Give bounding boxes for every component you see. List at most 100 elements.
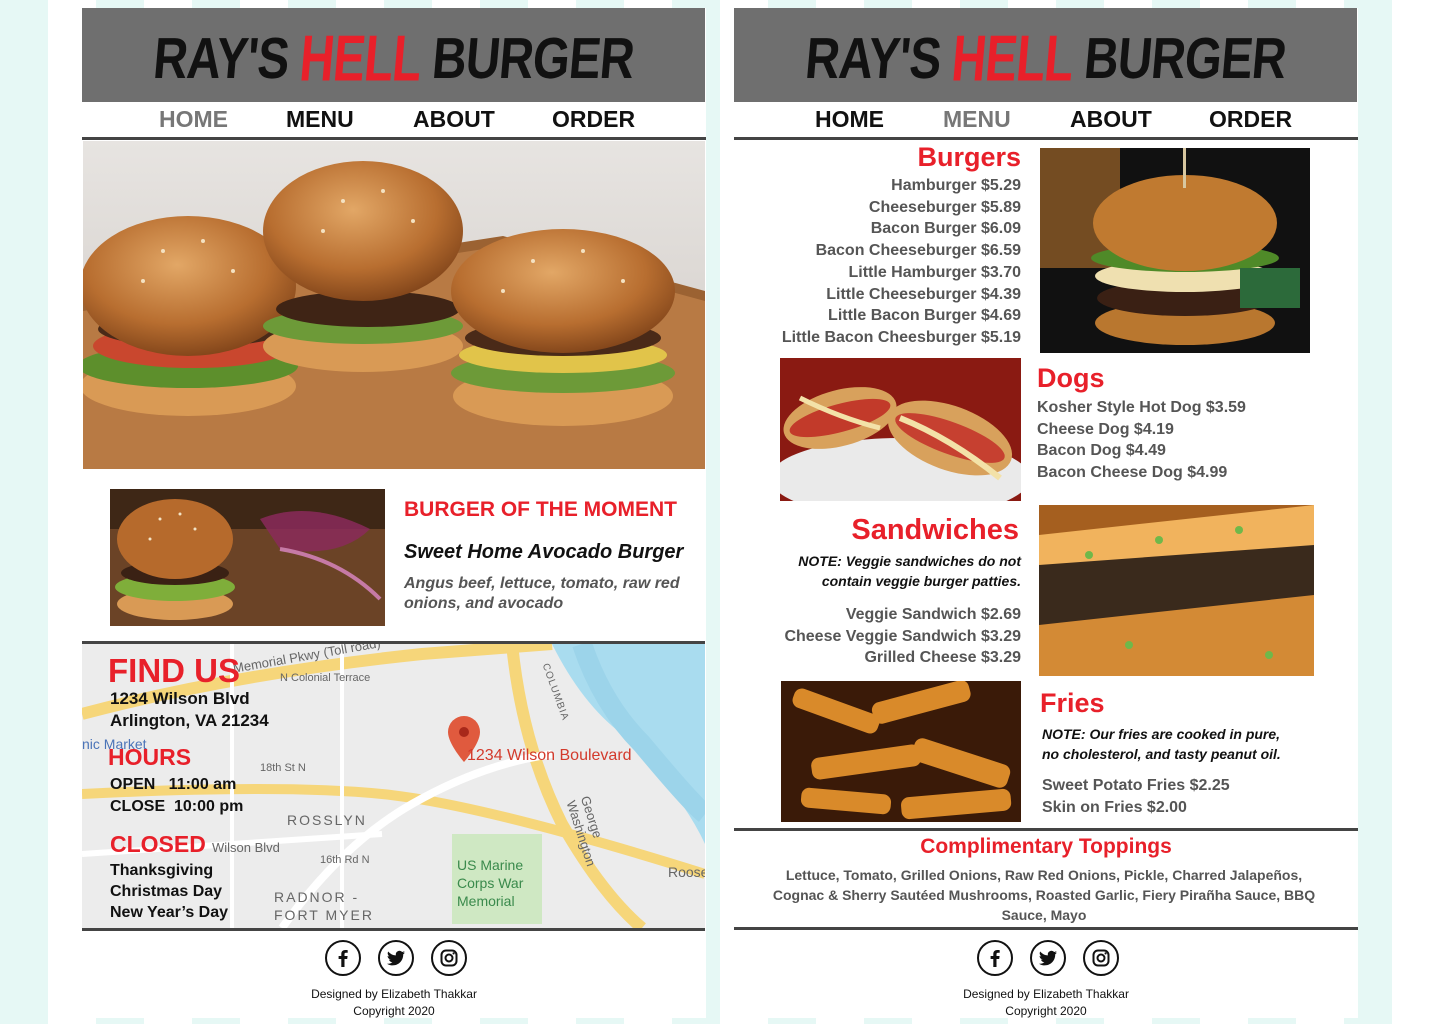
sandwiches-note: NOTE: Veggie sandwiches do not contain v… xyxy=(798,551,1021,591)
menu-item[interactable]: Cheeseburger $5.89 xyxy=(782,197,1021,219)
toppings-section: Complimentary Toppings Lettuce, Tomato, … xyxy=(734,828,1358,930)
note-line: NOTE: Veggie sandwiches do not xyxy=(798,553,1021,569)
burgers-heading: Burgers xyxy=(917,142,1021,172)
instagram-icon[interactable] xyxy=(431,940,467,976)
instagram-icon[interactable] xyxy=(1083,940,1119,976)
facebook-icon[interactable] xyxy=(977,940,1013,976)
featured-burger-description: Angus beef, lettuce, tomato, raw red oni… xyxy=(404,575,680,612)
sandwiches-photo xyxy=(1039,505,1314,676)
menu-item[interactable]: Little Bacon Cheesburger $5.19 xyxy=(782,327,1021,349)
closed-day: Christmas Day xyxy=(110,883,223,900)
map-label-16th: 16th Rd N xyxy=(320,854,370,866)
menu-item[interactable]: Sweet Potato Fries $2.25 xyxy=(1042,775,1230,797)
dogs-photo xyxy=(780,358,1021,501)
menu-item[interactable]: Bacon Cheese Dog $4.99 xyxy=(1037,462,1246,484)
logo-word-hell: HELL xyxy=(296,21,424,95)
logo-word-rays: RAY'S xyxy=(802,25,944,91)
menu-item[interactable]: Kosher Style Hot Dog $3.59 xyxy=(1037,397,1246,419)
menu-item[interactable]: Little Bacon Burger $4.69 xyxy=(782,305,1021,327)
header-banner: RAY'S HELL BURGER xyxy=(734,8,1357,102)
toppings-heading: Complimentary Toppings xyxy=(920,835,1172,858)
menu-item[interactable]: Grilled Cheese $3.29 xyxy=(784,647,1021,669)
copyright: Copyright 2020 xyxy=(353,1004,435,1018)
site-logo[interactable]: RAY'S HELL BURGER xyxy=(802,22,1289,95)
menu-item[interactable]: Cheese Dog $4.19 xyxy=(1037,419,1246,441)
map-label-wilson: Wilson Blvd xyxy=(212,840,280,855)
closed-days: Thanksgiving Christmas Day New Year’s Da… xyxy=(110,860,228,923)
nav-about[interactable]: ABOUT xyxy=(1070,106,1152,133)
featured-burger-name[interactable]: Sweet Home Avocado Burger xyxy=(404,541,683,564)
address-line-2: Arlington, VA 21234 xyxy=(110,711,269,730)
note-line: NOTE: Our fries are cooked in pure, xyxy=(1042,726,1281,742)
map-label-radnor: RADNOR - FORT MYER xyxy=(274,889,374,923)
footer-credit: Designed by Elizabeth Thakkar Copyright … xyxy=(734,986,1358,1020)
logo-word-hell: HELL xyxy=(948,21,1076,95)
dogs-heading: Dogs xyxy=(1037,363,1105,393)
copyright: Copyright 2020 xyxy=(1005,1004,1087,1018)
menu-item[interactable]: Little Hamburger $3.70 xyxy=(782,262,1022,284)
home-page-mockup: RAY'S HELL BURGER HOME MENU ABOUT ORDER xyxy=(82,8,706,1018)
hero-burgers-photo xyxy=(83,141,705,469)
map-label-memorial: US Marine Corps War Memorial xyxy=(457,857,524,909)
menu-item[interactable]: Bacon Dog $4.49 xyxy=(1037,440,1246,462)
social-links xyxy=(82,940,706,976)
nav-home[interactable]: HOME xyxy=(815,106,884,133)
menu-item[interactable]: Skin on Fries $2.00 xyxy=(1042,797,1230,819)
map-label-rosslyn: ROSSLYN xyxy=(287,812,367,828)
burger-of-moment-heading: BURGER OF THE MOMENT xyxy=(404,498,677,521)
main-nav: HOME MENU ABOUT ORDER xyxy=(734,104,1358,140)
nav-about[interactable]: ABOUT xyxy=(413,106,495,133)
fries-photo xyxy=(781,681,1021,822)
sandwiches-heading: Sandwiches xyxy=(851,514,1019,546)
menu-item[interactable]: Hamburger $5.29 xyxy=(782,175,1021,197)
address: 1234 Wilson Blvd Arlington, VA 21234 xyxy=(110,688,269,732)
menu-item[interactable]: Veggie Sandwich $2.69 xyxy=(784,604,1021,626)
footer-credit: Designed by Elizabeth Thakkar Copyright … xyxy=(82,986,706,1020)
nav-order[interactable]: ORDER xyxy=(552,106,635,133)
logo-word-burger: BURGER xyxy=(429,25,637,91)
menu-item[interactable]: Little Cheeseburger $4.39 xyxy=(782,284,1021,306)
logo-word-burger: BURGER xyxy=(1081,25,1289,91)
footer: Designed by Elizabeth Thakkar Copyright … xyxy=(734,938,1358,1018)
designer-credit: Designed by Elizabeth Thakkar xyxy=(963,987,1129,1001)
designer-credit: Designed by Elizabeth Thakkar xyxy=(311,987,477,1001)
hours-close: CLOSE 10:00 pm xyxy=(110,798,244,815)
map-pin-label: 1234 Wilson Boulevard xyxy=(467,747,632,764)
toppings-list: Lettuce, Tomato, Grilled Onions, Raw Red… xyxy=(772,867,1316,923)
fries-list: Sweet Potato Fries $2.25 Skin on Fries $… xyxy=(1042,775,1230,818)
nav-home[interactable]: HOME xyxy=(159,106,228,133)
nav-menu[interactable]: MENU xyxy=(286,106,354,133)
burgers-photo xyxy=(1040,148,1310,353)
closed-heading: CLOSED xyxy=(110,831,206,857)
dogs-list: Kosher Style Hot Dog $3.59 Cheese Dog $4… xyxy=(1037,397,1246,484)
closed-day: Thanksgiving xyxy=(110,862,214,879)
nav-order[interactable]: ORDER xyxy=(1209,106,1292,133)
site-logo[interactable]: RAY'S HELL BURGER xyxy=(150,22,637,95)
footer: Designed by Elizabeth Thakkar Copyright … xyxy=(82,938,706,1018)
address-line-1: 1234 Wilson Blvd xyxy=(110,689,250,708)
find-us-heading: FIND US xyxy=(108,652,240,689)
map-label-colonial: N Colonial Terrace xyxy=(280,672,371,684)
map-label-roosev: Roosev xyxy=(668,864,705,880)
hours-heading: HOURS xyxy=(108,744,192,770)
fries-note: NOTE: Our fries are cooked in pure, no c… xyxy=(1042,724,1281,764)
menu-page-mockup: RAY'S HELL BURGER HOME MENU ABOUT ORDER … xyxy=(734,8,1358,1018)
hours-list: OPEN 11:00 am CLOSE 10:00 pm xyxy=(110,774,243,818)
closed-day: New Year’s Day xyxy=(110,904,229,921)
fries-heading: Fries xyxy=(1040,688,1105,718)
note-line: contain veggie burger patties. xyxy=(821,573,1021,589)
main-nav: HOME MENU ABOUT ORDER xyxy=(82,104,706,140)
sandwiches-list: Veggie Sandwich $2.69 Cheese Veggie Sand… xyxy=(784,604,1021,669)
facebook-icon[interactable] xyxy=(325,940,361,976)
menu-item[interactable]: Cheese Veggie Sandwich $3.29 xyxy=(784,626,1021,648)
burger-of-moment-photo xyxy=(110,489,385,626)
hours-open: OPEN 11:00 am xyxy=(110,776,237,793)
logo-word-rays: RAY'S xyxy=(150,25,292,91)
nav-menu[interactable]: MENU xyxy=(943,106,1011,133)
twitter-icon[interactable] xyxy=(378,940,414,976)
twitter-icon[interactable] xyxy=(1030,940,1066,976)
location-map[interactable]: 1234 Wilson Boulevard ROSSLYN RADNOR - F… xyxy=(82,641,705,931)
menu-item[interactable]: Bacon Cheeseburger $6.59 xyxy=(782,240,1021,262)
menu-item[interactable]: Bacon Burger $6.09 xyxy=(782,218,1021,240)
burgers-list: Hamburger $5.29 Cheeseburger $5.89 Bacon… xyxy=(782,175,1021,349)
